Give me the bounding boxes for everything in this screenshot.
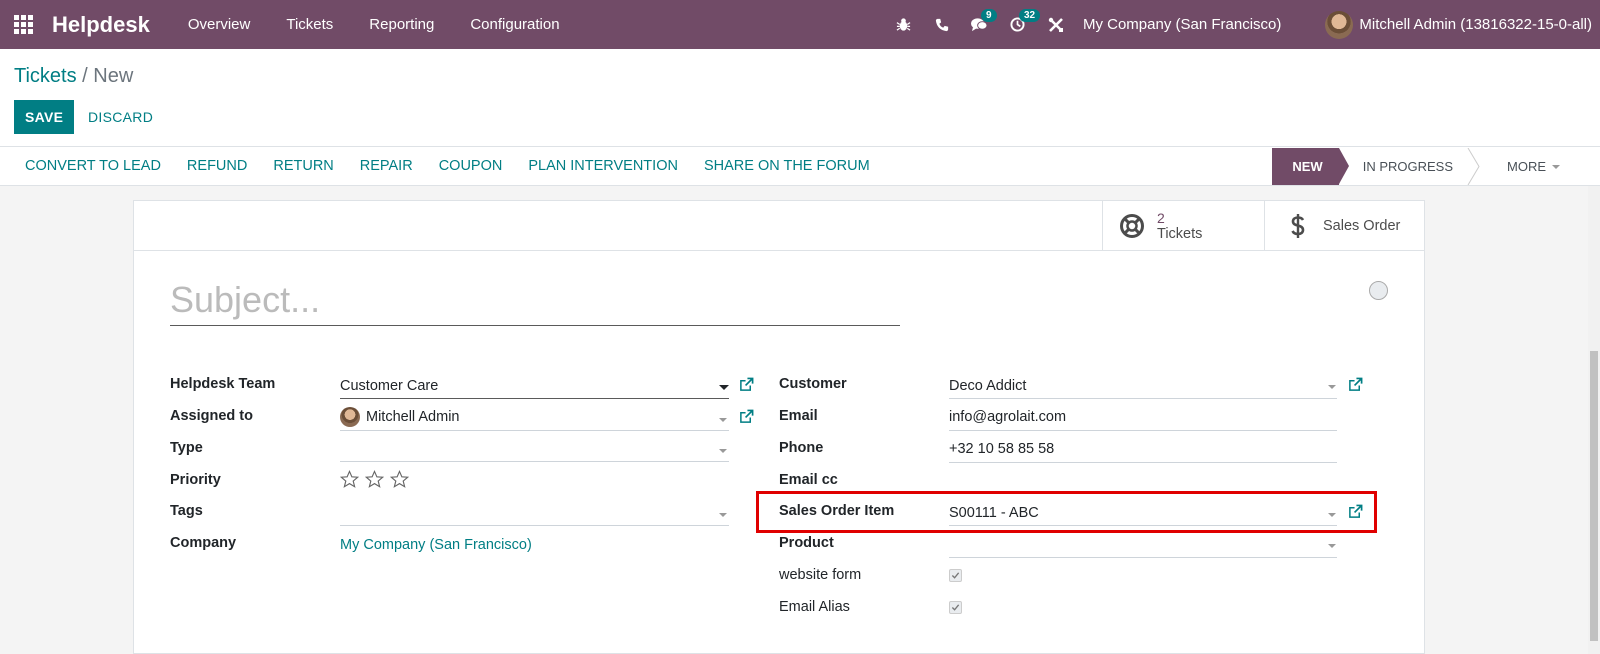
email-field[interactable]: info@agrolait.com (949, 409, 1066, 425)
chevron-down-icon[interactable] (1328, 544, 1336, 548)
website-form-checkbox[interactable] (949, 569, 962, 582)
chevron-down-icon (1552, 164, 1560, 169)
email-alias-checkbox[interactable] (949, 601, 962, 614)
assigned-to-field[interactable]: Mitchell Admin (366, 409, 459, 425)
app-brand[interactable]: Helpdesk (52, 12, 150, 38)
chevron-down-icon[interactable] (719, 513, 727, 517)
company-label: Company (170, 535, 237, 551)
chevron-down-icon[interactable] (719, 449, 727, 453)
priority-stars (340, 470, 409, 489)
dollar-icon (1285, 213, 1311, 239)
tickets-smart-button[interactable]: 2 Tickets (1102, 201, 1264, 251)
menu-reporting[interactable]: Reporting (351, 16, 452, 33)
return-button[interactable]: RETURN (260, 158, 346, 174)
helpdesk-team-field[interactable]: Customer Care (340, 378, 438, 394)
discard-button[interactable]: DISCARD (78, 100, 163, 134)
external-link-icon[interactable] (739, 377, 754, 392)
assigned-to-underline (340, 430, 729, 431)
customer-label: Customer (779, 376, 847, 392)
product-label: Product (779, 535, 834, 551)
company-switcher[interactable]: My Company (San Francisco) (1083, 16, 1281, 33)
external-link-icon[interactable] (739, 409, 754, 424)
email-alias-label: Email Alias (779, 599, 850, 615)
stage-more-label: MORE (1507, 159, 1546, 174)
sales-order-smart-button[interactable]: Sales Order (1264, 201, 1425, 251)
lifebuoy-icon (1119, 213, 1145, 239)
bug-icon[interactable] (885, 0, 923, 49)
top-navbar: Helpdesk Overview Tickets Reporting Conf… (0, 0, 1600, 49)
repair-button[interactable]: REPAIR (347, 158, 426, 174)
breadcrumb-current: New (93, 65, 134, 87)
user-menu[interactable]: Mitchell Admin (13816322-15-0-all) (1359, 16, 1592, 33)
customer-field[interactable]: Deco Addict (949, 378, 1026, 394)
star-icon[interactable] (390, 470, 409, 489)
priority-label: Priority (170, 472, 221, 488)
stage-in-progress[interactable]: IN PROGRESS (1339, 148, 1481, 185)
smart-button-box: 2 Tickets Sales Order (134, 201, 1424, 251)
control-panel: Tickets / New SAVE DISCARD (0, 49, 1600, 147)
company-field[interactable]: My Company (San Francisco) (340, 537, 532, 553)
chevron-down-icon[interactable] (719, 385, 729, 390)
form-statusbar: CONVERT TO LEAD REFUND RETURN REPAIR COU… (0, 147, 1600, 186)
email-underline (949, 430, 1337, 431)
email-cc-label: Email cc (779, 472, 838, 488)
menu-overview[interactable]: Overview (170, 16, 269, 33)
external-link-icon[interactable] (1348, 377, 1363, 392)
star-icon[interactable] (365, 470, 384, 489)
tags-field[interactable] (340, 525, 729, 526)
breadcrumb-separator: / (82, 65, 88, 87)
form-sheet: 2 Tickets Sales Order Subject... Helpdes… (133, 200, 1425, 654)
sales-order-label: Sales Order (1323, 218, 1401, 234)
stage-in-progress-label: IN PROGRESS (1362, 159, 1453, 174)
menu-configuration[interactable]: Configuration (452, 16, 577, 33)
user-avatar[interactable] (1325, 10, 1354, 39)
tickets-label: Tickets (1157, 225, 1203, 242)
email-label: Email (779, 408, 818, 424)
stage-new[interactable]: NEW (1272, 148, 1350, 185)
clock-icon[interactable]: 32 (999, 0, 1041, 49)
phone-icon[interactable] (923, 0, 961, 49)
plan-intervention-button[interactable]: PLAN INTERVENTION (515, 158, 691, 174)
messages-badge: 9 (980, 9, 997, 22)
share-on-forum-button[interactable]: SHARE ON THE FORUM (691, 158, 883, 174)
check-icon (951, 604, 960, 611)
apps-menu-icon[interactable] (14, 14, 34, 35)
coupon-button[interactable]: COUPON (426, 158, 516, 174)
tickets-count: 2 (1157, 209, 1165, 226)
tools-icon[interactable] (1037, 0, 1075, 49)
kanban-state-indicator[interactable] (1369, 281, 1388, 300)
type-label: Type (170, 440, 203, 456)
helpdesk-team-underline (340, 398, 729, 399)
save-button[interactable]: SAVE (14, 100, 75, 134)
stage-more-dropdown[interactable]: MORE (1481, 148, 1576, 185)
scrollbar-thumb[interactable] (1590, 351, 1598, 641)
chat-icon[interactable]: 9 (961, 0, 999, 49)
convert-to-lead-button[interactable]: CONVERT TO LEAD (0, 158, 174, 174)
phone-field[interactable]: +32 10 58 85 58 (949, 441, 1054, 457)
phone-underline (949, 462, 1337, 463)
assigned-user-avatar (340, 407, 360, 427)
sales-order-item-highlight (756, 491, 1377, 533)
stage-selector: NEW IN PROGRESS MORE (1272, 148, 1576, 185)
chevron-down-icon[interactable] (719, 418, 727, 422)
phone-label: Phone (779, 440, 824, 456)
stage-arrow (1467, 148, 1480, 185)
tags-label: Tags (170, 503, 203, 519)
helpdesk-team-label: Helpdesk Team (170, 376, 276, 392)
assigned-to-label: Assigned to (170, 408, 253, 424)
subject-input[interactable]: Subject... (170, 279, 900, 326)
breadcrumb: Tickets / New (14, 65, 133, 88)
customer-underline (949, 398, 1337, 399)
breadcrumb-tickets[interactable]: Tickets (14, 65, 77, 87)
website-form-label: website form (779, 567, 862, 583)
page-scrollbar[interactable] (1588, 186, 1600, 654)
type-field[interactable] (340, 461, 729, 462)
menu-tickets[interactable]: Tickets (268, 16, 351, 33)
refund-button[interactable]: REFUND (174, 158, 260, 174)
product-field[interactable] (949, 557, 1337, 558)
star-icon[interactable] (340, 470, 359, 489)
check-icon (951, 572, 960, 579)
chevron-down-icon[interactable] (1328, 385, 1336, 389)
